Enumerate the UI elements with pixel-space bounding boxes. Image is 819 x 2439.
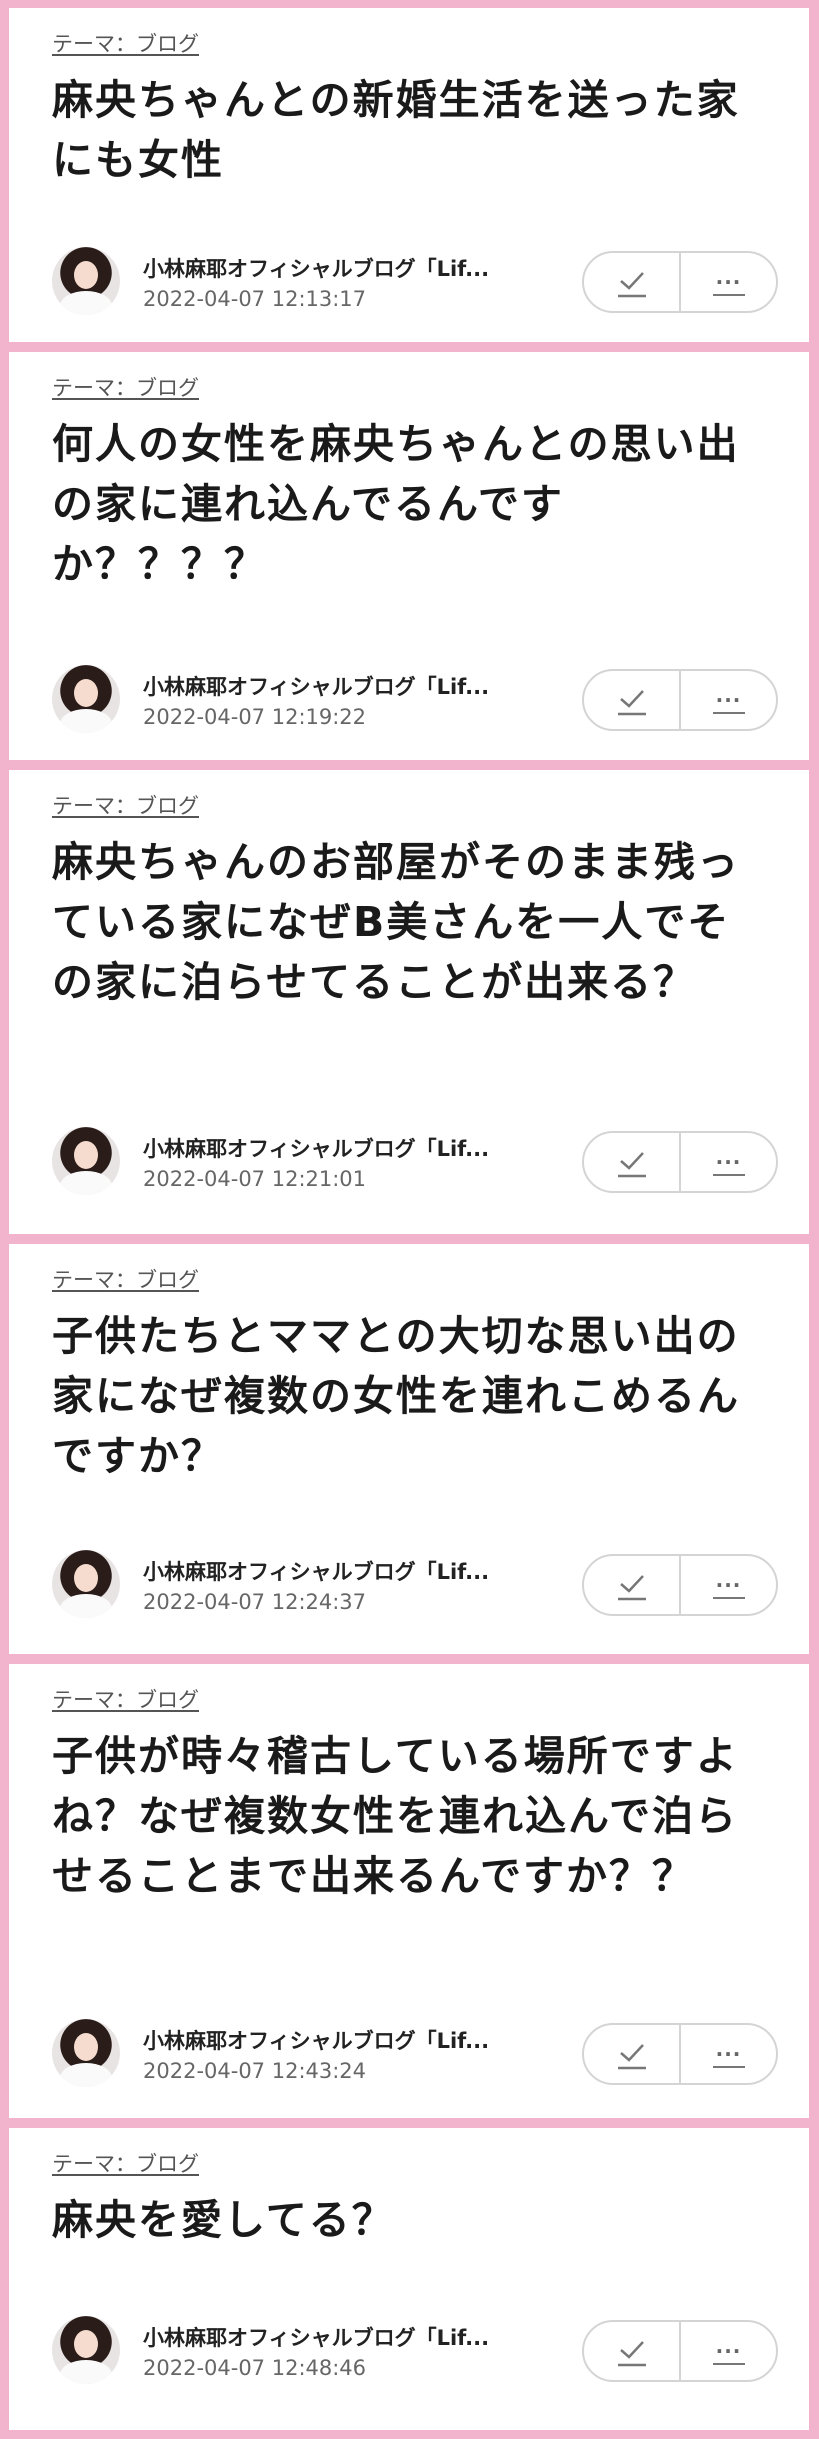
post-card: テーマ：ブログ 麻央ちゃんとの新婚生活を送った家にも女性 小林麻耶オフィシャルブ…: [9, 8, 809, 342]
avatar[interactable]: [52, 2316, 120, 2384]
more-icon: ···: [715, 2339, 742, 2363]
check-button[interactable]: [584, 671, 679, 729]
action-buttons: ···: [582, 1554, 778, 1616]
blog-name[interactable]: 小林麻耶オフィシャルブログ「Lif...: [143, 1133, 489, 1163]
post-title[interactable]: 麻央ちゃんのお部屋がそのまま残っている家になぜB美さんを一人でその家に泊らせてる…: [52, 832, 772, 1012]
more-button[interactable]: ···: [679, 1556, 776, 1614]
avatar[interactable]: [52, 665, 120, 733]
post-meta: 小林麻耶オフィシャルブログ「Lif... 2022-04-07 12:21:01…: [52, 1127, 782, 1197]
check-icon: [617, 272, 646, 298]
action-buttons: ···: [582, 1131, 778, 1193]
avatar[interactable]: [52, 1127, 120, 1195]
post-card: テーマ：ブログ 何人の女性を麻央ちゃんとの思い出の家に連れ込んでるんですか？？？…: [9, 352, 809, 760]
theme-link[interactable]: テーマ：ブログ: [52, 2148, 199, 2178]
more-button[interactable]: ···: [679, 2322, 776, 2380]
blog-name[interactable]: 小林麻耶オフィシャルブログ「Lif...: [143, 1556, 489, 1586]
avatar[interactable]: [52, 2019, 120, 2087]
post-card: テーマ：ブログ 子供が時々稽古している場所ですよね？なぜ複数女性を連れ込んで泊ら…: [9, 1664, 809, 2118]
post-meta: 小林麻耶オフィシャルブログ「Lif... 2022-04-07 12:19:22…: [52, 665, 782, 735]
post-card: テーマ：ブログ 麻央ちゃんのお部屋がそのまま残っている家になぜB美さんを一人でそ…: [9, 770, 809, 1234]
more-icon: ···: [715, 270, 742, 294]
more-icon: ···: [715, 2042, 742, 2066]
theme-link[interactable]: テーマ：ブログ: [52, 1684, 199, 1714]
blog-name[interactable]: 小林麻耶オフィシャルブログ「Lif...: [143, 2025, 489, 2055]
post-date: 2022-04-07 12:43:24: [143, 2059, 367, 2083]
post-title[interactable]: 何人の女性を麻央ちゃんとの思い出の家に連れ込んでるんですか？？？？: [52, 414, 772, 594]
post-card: テーマ：ブログ 子供たちとママとの大切な思い出の家になぜ複数の女性を連れこめるん…: [9, 1244, 809, 1654]
check-icon: [617, 2341, 646, 2367]
theme-link[interactable]: テーマ：ブログ: [52, 28, 199, 58]
more-icon: ···: [715, 688, 742, 712]
check-button[interactable]: [584, 2025, 679, 2083]
post-card: テーマ：ブログ 麻央を愛してる？ 小林麻耶オフィシャルブログ「Lif... 20…: [9, 2128, 809, 2430]
check-icon: [617, 1575, 646, 1601]
more-button[interactable]: ···: [679, 2025, 776, 2083]
action-buttons: ···: [582, 2320, 778, 2382]
post-meta: 小林麻耶オフィシャルブログ「Lif... 2022-04-07 12:24:37…: [52, 1550, 782, 1620]
theme-link[interactable]: テーマ：ブログ: [52, 1264, 199, 1294]
post-date: 2022-04-07 12:13:17: [143, 287, 367, 311]
post-date: 2022-04-07 12:19:22: [143, 705, 367, 729]
post-meta: 小林麻耶オフィシャルブログ「Lif... 2022-04-07 12:43:24…: [52, 2019, 782, 2089]
more-button[interactable]: ···: [679, 253, 776, 311]
post-date: 2022-04-07 12:21:01: [143, 1167, 367, 1191]
check-button[interactable]: [584, 2322, 679, 2380]
theme-link[interactable]: テーマ：ブログ: [52, 372, 199, 402]
action-buttons: ···: [582, 251, 778, 313]
theme-link[interactable]: テーマ：ブログ: [52, 790, 199, 820]
check-button[interactable]: [584, 1133, 679, 1191]
action-buttons: ···: [582, 2023, 778, 2085]
post-title[interactable]: 麻央ちゃんとの新婚生活を送った家にも女性: [52, 70, 772, 190]
post-date: 2022-04-07 12:24:37: [143, 1590, 367, 1614]
post-meta: 小林麻耶オフィシャルブログ「Lif... 2022-04-07 12:48:46…: [52, 2316, 782, 2386]
more-icon: ···: [715, 1150, 742, 1174]
blog-name[interactable]: 小林麻耶オフィシャルブログ「Lif...: [143, 2322, 489, 2352]
post-title[interactable]: 子供たちとママとの大切な思い出の家になぜ複数の女性を連れこめるんですか？: [52, 1306, 772, 1486]
post-date: 2022-04-07 12:48:46: [143, 2356, 367, 2380]
avatar[interactable]: [52, 247, 120, 315]
avatar[interactable]: [52, 1550, 120, 1618]
check-icon: [617, 1152, 646, 1178]
post-meta: 小林麻耶オフィシャルブログ「Lif... 2022-04-07 12:13:17…: [52, 247, 782, 317]
blog-name[interactable]: 小林麻耶オフィシャルブログ「Lif...: [143, 253, 489, 283]
action-buttons: ···: [582, 669, 778, 731]
post-title[interactable]: 麻央を愛してる？: [52, 2190, 772, 2250]
post-title[interactable]: 子供が時々稽古している場所ですよね？なぜ複数女性を連れ込んで泊らせることまで出来…: [52, 1726, 772, 1906]
more-button[interactable]: ···: [679, 671, 776, 729]
check-button[interactable]: [584, 253, 679, 311]
more-icon: ···: [715, 1573, 742, 1597]
blog-name[interactable]: 小林麻耶オフィシャルブログ「Lif...: [143, 671, 489, 701]
check-icon: [617, 2044, 646, 2070]
check-icon: [617, 690, 646, 716]
check-button[interactable]: [584, 1556, 679, 1614]
more-button[interactable]: ···: [679, 1133, 776, 1191]
